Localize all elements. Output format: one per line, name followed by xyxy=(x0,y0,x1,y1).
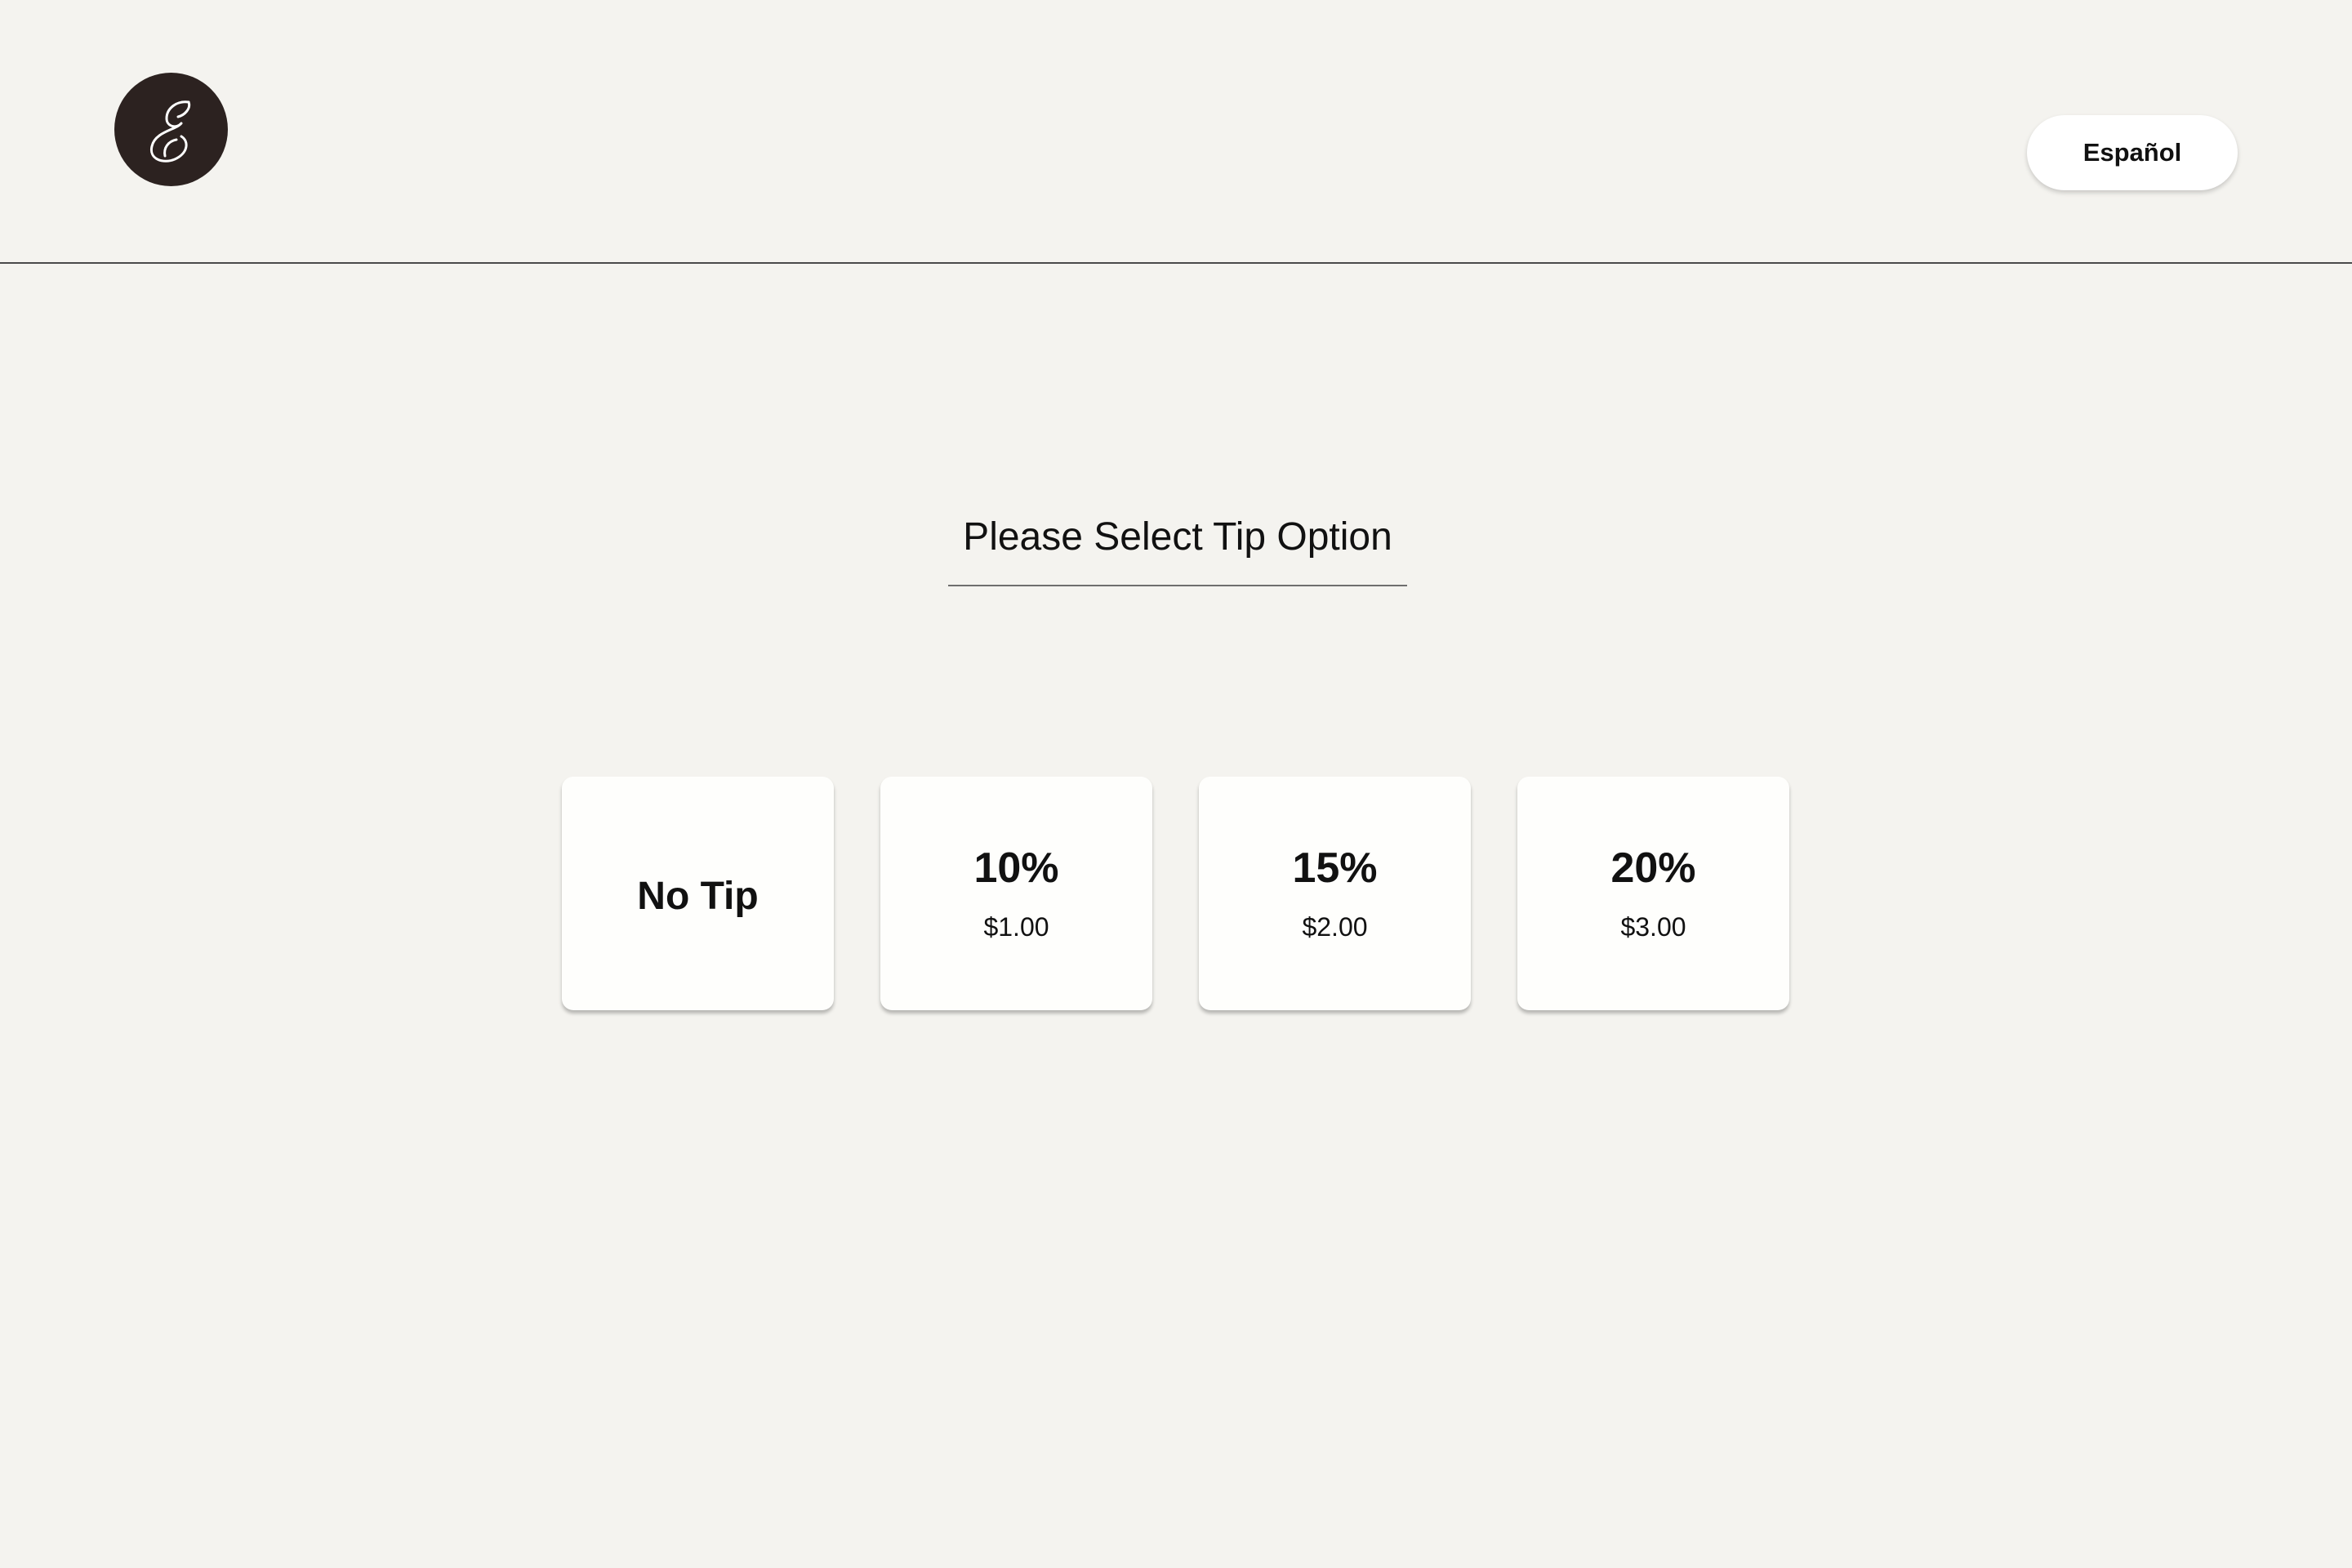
tip-option-label: No Tip xyxy=(637,875,759,918)
tip-percent: 10% xyxy=(973,844,1059,892)
tip-option-15-percent[interactable]: 15% $2.00 xyxy=(1199,777,1471,1010)
language-toggle-button[interactable]: Español xyxy=(2027,115,2238,190)
tip-amount: $2.00 xyxy=(1302,912,1368,942)
tip-option-10-percent[interactable]: 10% $1.00 xyxy=(880,777,1152,1010)
tip-amount: $1.00 xyxy=(983,912,1049,942)
tip-amount: $3.00 xyxy=(1620,912,1686,942)
script-e-logo-icon xyxy=(149,100,190,163)
header-bar: Español xyxy=(0,0,2352,264)
tip-percent: 15% xyxy=(1292,844,1378,892)
tip-option-20-percent[interactable]: 20% $3.00 xyxy=(1517,777,1789,1010)
brand-logo xyxy=(114,73,228,186)
tip-option-no-tip[interactable]: No Tip xyxy=(562,777,834,1010)
page-title-container: Please Select Tip Option xyxy=(948,506,1407,586)
page-title: Please Select Tip Option xyxy=(963,515,1392,559)
tip-options: No Tip 10% $1.00 15% $2.00 20% $3.00 xyxy=(562,777,1789,1010)
tip-percent: 20% xyxy=(1610,844,1696,892)
